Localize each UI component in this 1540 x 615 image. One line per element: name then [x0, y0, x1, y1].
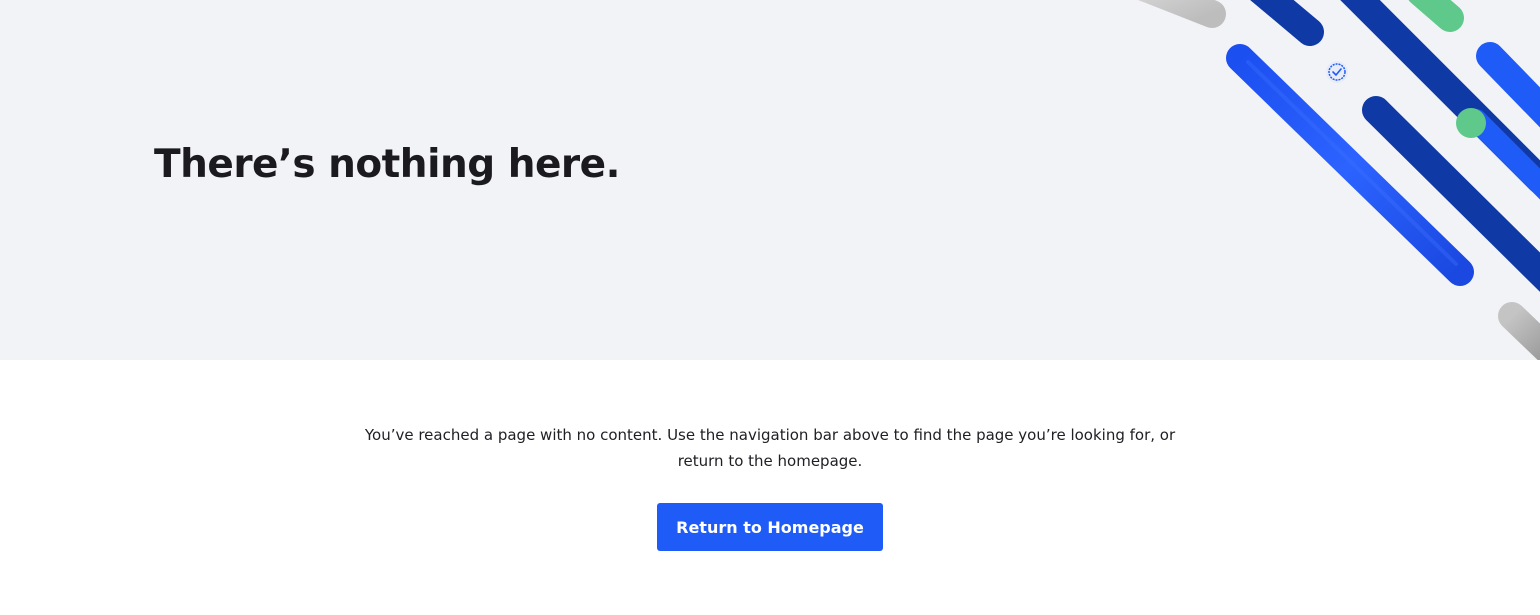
stripe-dark-top [1250, 0, 1324, 46]
check-badge-icon [1326, 61, 1348, 83]
stripe-green-top [1408, 0, 1464, 32]
stripe-gray-bottom [1498, 302, 1540, 360]
page-title: There’s nothing here. [154, 142, 620, 187]
hero-banner: There’s nothing here. [0, 0, 1540, 360]
stripe-gray-top [1138, 0, 1226, 28]
main-content: You’ve reached a page with no content. U… [0, 360, 1540, 615]
empty-page-message: You’ve reached a page with no content. U… [364, 426, 1176, 470]
decorative-stripes [1138, 0, 1540, 360]
green-dot [1456, 108, 1486, 138]
return-to-homepage-button[interactable]: Return to Homepage [657, 503, 883, 551]
stripe-blue-right [1476, 42, 1540, 128]
